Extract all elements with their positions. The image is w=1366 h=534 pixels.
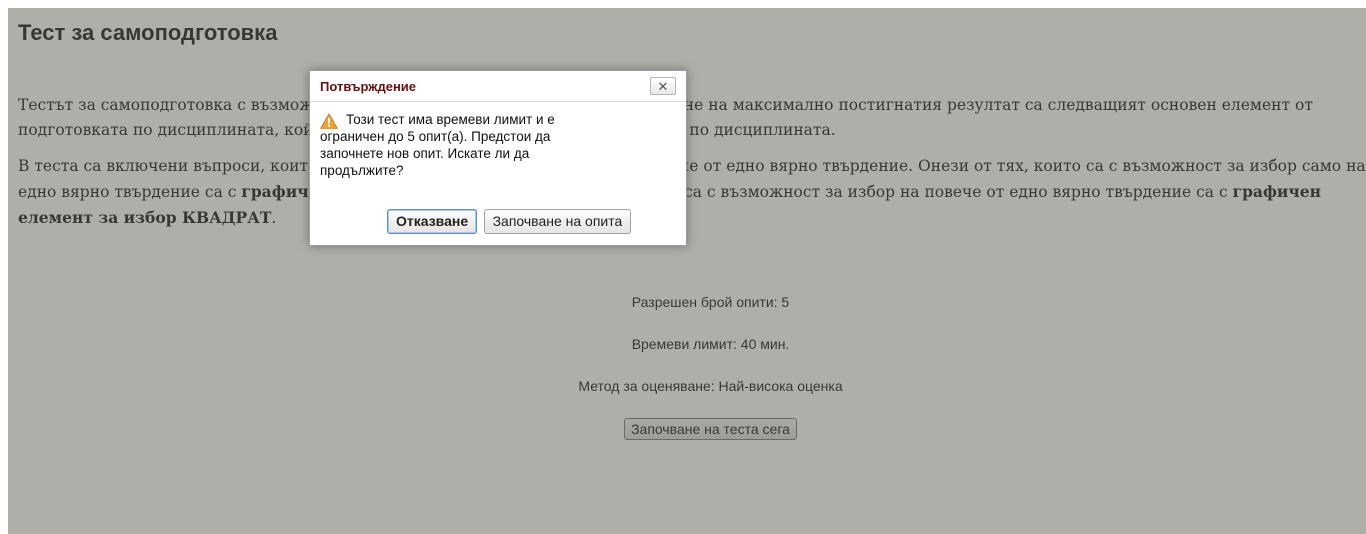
start-attempt-button[interactable]: Започване на опита (483, 209, 632, 234)
warning-icon (320, 113, 338, 129)
dialog-title: Потвърждение (320, 79, 417, 94)
dialog-message: Този тест има времеви лимит и е ограниче… (320, 112, 555, 178)
dialog-buttons: Отказване Започване на опита (387, 209, 633, 234)
confirmation-dialog: Потвърждение ✕ Този тест има времеви лим… (309, 70, 687, 246)
close-icon[interactable]: ✕ (650, 77, 676, 95)
modal-overlay (8, 8, 1366, 534)
dialog-body: Този тест има времеви лимит и е ограниче… (320, 111, 670, 179)
cancel-button[interactable]: Отказване (387, 209, 478, 234)
dialog-header: Потвърждение ✕ (310, 71, 686, 102)
